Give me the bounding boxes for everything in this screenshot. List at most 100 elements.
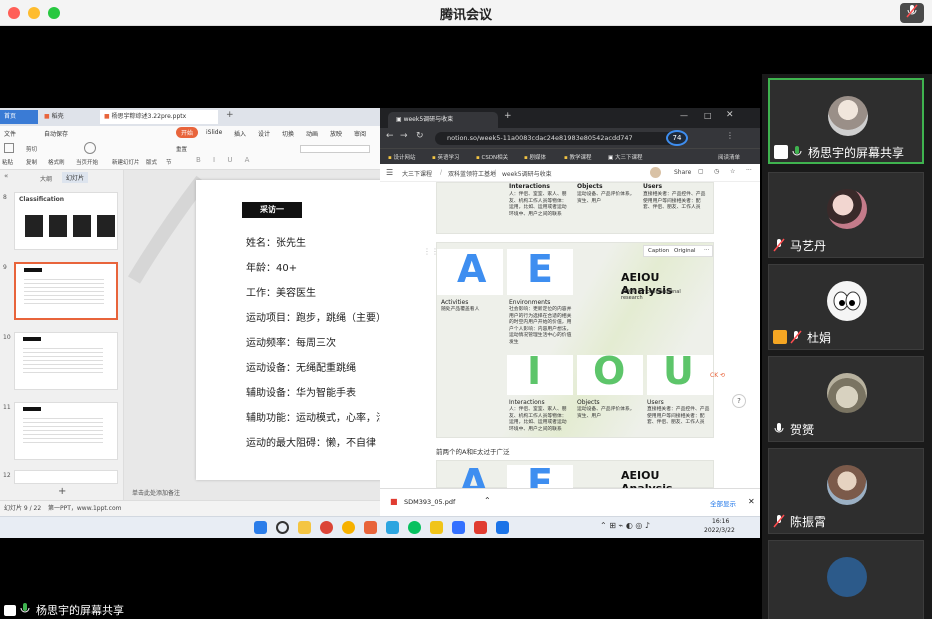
reading-list[interactable]: 阅读清单 [718,153,740,161]
app-icon[interactable] [342,521,355,534]
more-icon[interactable]: ··· [704,247,709,253]
aeiou-image-second[interactable]: A E AEIOU Analysis [436,460,714,488]
slide-thumbnail-8[interactable]: Classification [14,192,118,250]
bookmark-item[interactable]: ▪ 教学课程 [564,153,592,161]
outline-tab[interactable]: 大纲 [40,174,52,183]
sidebar-menu-icon[interactable]: ☰ [386,168,393,177]
participant-tile[interactable] [768,540,924,619]
minimize-icon[interactable]: — [680,111,688,120]
comment-icon[interactable]: ▢ [698,168,704,175]
more-icon[interactable]: ··· [746,167,752,174]
participant-tile[interactable]: 杜娟 [768,264,924,350]
mute-toggle-button[interactable] [900,3,924,23]
wps-icon[interactable] [364,521,377,534]
new-slide-button[interactable]: 新建幻灯片 [112,158,140,166]
close-icon[interactable]: ✕ [748,497,755,506]
add-slide-icon[interactable]: + [58,486,66,497]
file-explorer-icon[interactable] [298,521,311,534]
forward-icon[interactable]: → [400,131,408,141]
menu-islide[interactable]: iSlide [206,129,222,136]
menu-slideshow[interactable]: 放映 [330,129,342,138]
slide-thumbnail-12[interactable] [14,470,118,484]
notes-icon[interactable] [430,521,443,534]
menu-animation[interactable]: 动画 [306,129,318,138]
slide-thumbnail-9-selected[interactable] [14,262,118,320]
avatar[interactable] [650,167,661,178]
app-icon[interactable] [474,521,487,534]
slides-tab[interactable]: 幻灯片 [62,172,89,183]
bookmark-item[interactable]: ▪ 设计网站 [388,153,416,161]
format-painter-button[interactable]: 格式刷 [48,158,65,166]
download-file-name[interactable]: SDM393_05.pdf [404,498,455,506]
browser-tab[interactable]: ▣ week5调研与收束 [388,112,498,128]
reload-icon[interactable]: ↻ [416,131,424,141]
bookmark-item[interactable]: ▪ 英语学习 [432,153,460,161]
notion-page-body: Interactions Objects Users 人：伴侣、室室、家人、朋友… [380,182,760,488]
section-button[interactable]: 节 [166,158,172,166]
breadcrumb-item[interactable]: 双科蓝领符工基地 [448,169,496,178]
cut-button[interactable]: 剪切 [26,145,37,153]
app-icon[interactable] [452,521,465,534]
menu-kebab-icon[interactable]: ⋮ [726,131,734,140]
help-icon[interactable]: ? [732,394,746,408]
play-from-current-button[interactable]: 当页开始 [76,158,98,166]
wechat-icon[interactable] [408,521,421,534]
search-icon[interactable] [276,521,289,534]
caption-button[interactable]: Caption [648,248,669,254]
tencent-meeting-icon[interactable] [496,521,509,534]
app-icon[interactable] [386,521,399,534]
notes-placeholder[interactable]: 单击此处添加备注 [132,488,180,497]
wps-tab-document[interactable]: ■ 杨思宇粽综述3.22pre.pptx [100,110,218,124]
original-button[interactable]: Original [674,248,696,254]
participant-tile[interactable]: 马艺丹 [768,172,924,258]
new-tab-icon[interactable]: + [226,110,234,120]
participant-tile[interactable]: 贺赟 [768,356,924,442]
menu-review[interactable]: 审阅 [354,129,366,138]
breadcrumb-item[interactable]: week5调研与收束 [502,169,552,178]
show-all-downloads-button[interactable]: 全部显示 [710,498,736,508]
menu-design[interactable]: 设计 [258,129,270,138]
aeiou-image-top[interactable]: Interactions Objects Users 人：伴侣、室室、家人、朋友… [436,182,714,234]
paste-button[interactable]: 粘贴 [2,158,13,166]
tray-icons[interactable]: ⌃ ⊞ ⌁ ◐ ◎ ♪ [600,521,650,530]
menu-start[interactable]: 开始 [176,127,199,138]
menu-autosave[interactable]: 自动保存 [44,129,68,138]
close-icon[interactable]: ✕ [726,110,734,120]
play-from-current-icon[interactable] [84,142,96,154]
wps-tab-docer[interactable]: ■ 稻壳 [40,110,80,124]
collapse-panel-icon[interactable]: « [4,172,8,180]
new-tab-icon[interactable]: + [504,111,512,121]
font-size-select[interactable] [300,145,370,153]
bookmark-label: 教学课程 [569,155,592,161]
slide-thumbnail-11[interactable] [14,402,118,460]
bookmark-label: 设计网站 [393,155,416,161]
menu-file[interactable]: 文件 [4,129,16,138]
paste-icon[interactable] [4,143,14,153]
bookmark-item[interactable]: ▣ 大三下课程 [608,153,642,161]
font-format-icons[interactable]: B I U A [196,156,254,164]
restore-icon[interactable]: □ [704,111,712,120]
participant-tile[interactable]: 陈振霄 [768,448,924,534]
wps-tab-home[interactable]: 首页 [0,110,38,124]
reset-button[interactable]: 重置 [176,145,187,153]
breadcrumb-item[interactable]: 大三下课程 [402,169,432,178]
menu-transition[interactable]: 切换 [282,129,294,138]
layout-button[interactable]: 版式 [146,158,157,166]
participant-tile[interactable]: 杨思宇的屏幕共享 [768,78,924,164]
back-icon[interactable]: ← [386,131,394,141]
aeiou-image[interactable]: ⋮⋮ A E Caption Original ··· AEIOU Analys… [423,242,714,438]
chrome-icon[interactable] [320,521,333,534]
current-slide[interactable]: 采访一 姓名：张先生 年龄：40+ 工作：美容医生 运动项目：跑步，跳绳（主要）… [196,180,396,480]
copy-button[interactable]: 复制 [26,158,37,166]
favorite-icon[interactable]: ☆ [730,168,735,175]
share-button[interactable]: Share [674,169,691,176]
start-icon[interactable] [254,521,267,534]
bookmark-item[interactable]: ▪ CSDN相关 [476,153,508,161]
bookmark-item[interactable]: ▪ 剧媒体 [524,153,546,161]
slide-thumbnail-10[interactable] [14,332,118,390]
url-input[interactable]: notion.so/week5-11a0083cdac24e81983e8054… [435,132,675,145]
chevron-up-icon[interactable]: ⌃ [484,496,491,505]
translate-icon[interactable]: CK ⟲ [710,372,725,379]
history-icon[interactable]: ◷ [714,168,719,175]
menu-insert[interactable]: 插入 [234,129,246,138]
